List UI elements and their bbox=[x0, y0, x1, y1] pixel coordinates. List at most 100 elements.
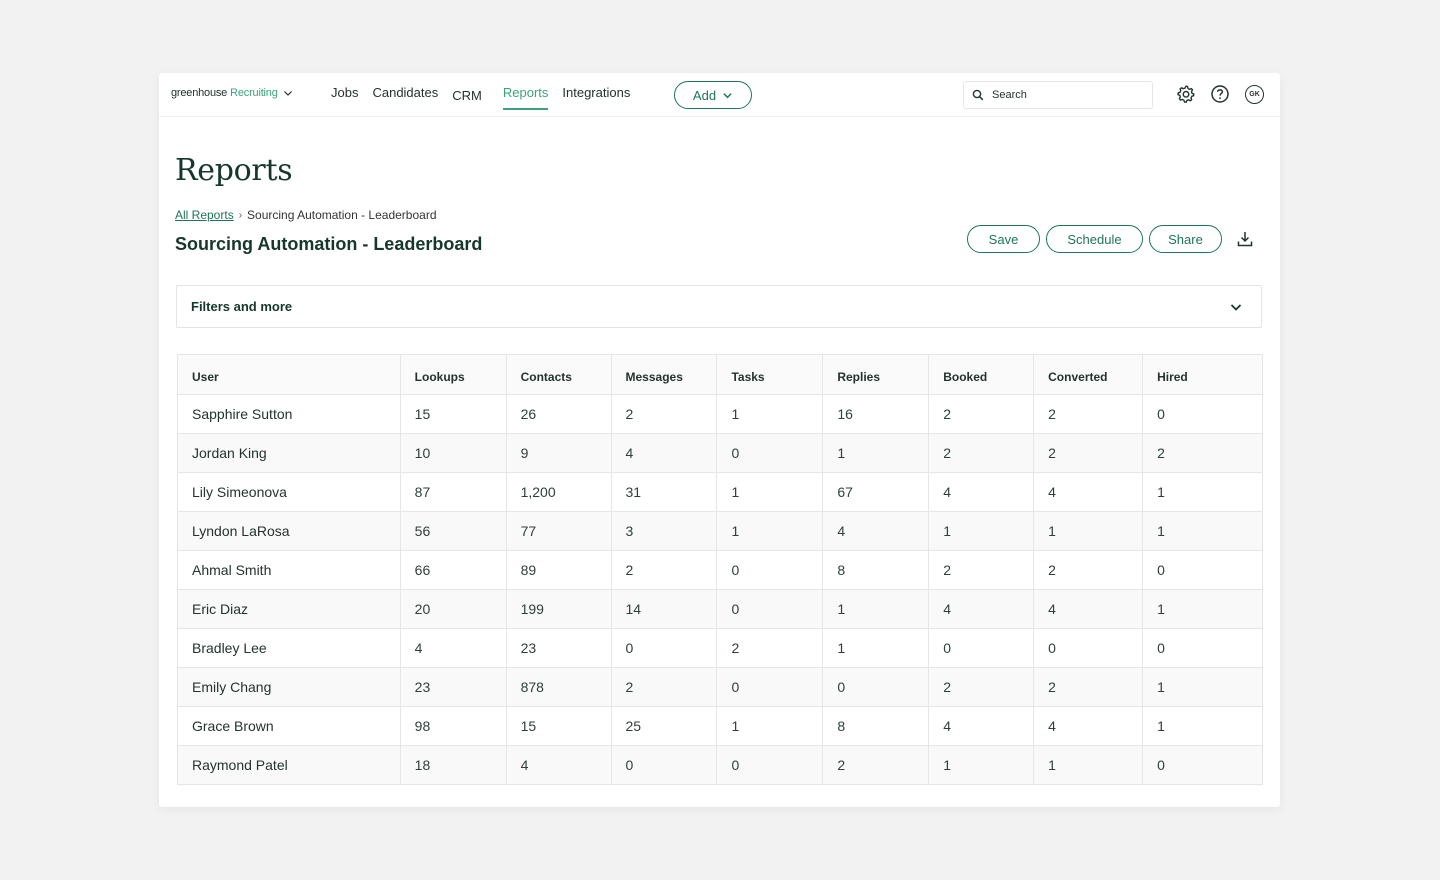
cell-lookups: 10 bbox=[399, 433, 507, 473]
cell-contacts: 15 bbox=[505, 706, 612, 746]
cell-contacts: 9 bbox=[505, 433, 612, 473]
cell-tasks: 1 bbox=[716, 511, 824, 551]
cell-replies: 67 bbox=[822, 472, 930, 512]
table-row[interactable]: Eric Diaz 20 199 14 0 1 4 4 1 bbox=[177, 589, 1263, 629]
breadcrumb: All Reports › Sourcing Automation - Lead… bbox=[175, 208, 437, 222]
user-avatar[interactable]: GK bbox=[1245, 85, 1264, 104]
nav-jobs[interactable]: Jobs bbox=[331, 85, 358, 110]
app-window: greenhouse Recruiting Jobs Candidates CR… bbox=[159, 73, 1280, 807]
column-header-messages[interactable]: Messages bbox=[610, 354, 718, 395]
cell-booked: 0 bbox=[928, 628, 1035, 668]
chevron-down-icon bbox=[723, 92, 732, 98]
search-input[interactable] bbox=[992, 89, 1142, 101]
search-box[interactable] bbox=[963, 81, 1153, 109]
settings-button[interactable] bbox=[1176, 84, 1196, 104]
cell-converted: 4 bbox=[1033, 472, 1144, 512]
cell-replies: 2 bbox=[822, 745, 930, 785]
cell-replies: 16 bbox=[822, 394, 930, 434]
cell-user: Grace Brown bbox=[177, 706, 401, 746]
column-header-replies[interactable]: Replies bbox=[822, 354, 930, 395]
add-button[interactable]: Add bbox=[674, 81, 752, 109]
chevron-right-icon: › bbox=[238, 209, 243, 221]
cell-lookups: 4 bbox=[399, 628, 507, 668]
cell-hired: 1 bbox=[1142, 706, 1263, 746]
cell-user: Bradley Lee bbox=[177, 628, 401, 668]
cell-replies: 0 bbox=[822, 667, 930, 707]
column-header-converted[interactable]: Converted bbox=[1033, 354, 1144, 395]
cell-lookups: 20 bbox=[399, 589, 507, 629]
add-button-label: Add bbox=[692, 87, 717, 103]
cell-lookups: 56 bbox=[399, 511, 507, 551]
cell-contacts: 878 bbox=[505, 667, 612, 707]
column-header-hired[interactable]: Hired bbox=[1142, 354, 1263, 395]
table-row[interactable]: Sapphire Sutton 15 26 2 1 16 2 2 0 bbox=[177, 394, 1263, 434]
column-header-contacts[interactable]: Contacts bbox=[505, 354, 612, 395]
cell-lookups: 87 bbox=[399, 472, 507, 512]
cell-converted: 0 bbox=[1033, 628, 1144, 668]
page-title: Reports bbox=[175, 153, 293, 188]
cell-booked: 2 bbox=[928, 433, 1035, 473]
cell-converted: 1 bbox=[1033, 745, 1144, 785]
cell-hired: 0 bbox=[1142, 745, 1263, 785]
product-switcher[interactable]: greenhouse Recruiting bbox=[171, 87, 293, 99]
cell-messages: 31 bbox=[610, 472, 718, 512]
table-row[interactable]: Raymond Patel 18 4 0 0 2 1 1 0 bbox=[177, 745, 1263, 785]
cell-booked: 1 bbox=[928, 511, 1035, 551]
cell-user: Eric Diaz bbox=[177, 589, 401, 629]
cell-tasks: 0 bbox=[716, 550, 824, 590]
cell-contacts: 89 bbox=[505, 550, 612, 590]
cell-messages: 4 bbox=[610, 433, 718, 473]
nav-candidates[interactable]: Candidates bbox=[372, 85, 438, 110]
top-nav: greenhouse Recruiting Jobs Candidates CR… bbox=[159, 73, 1280, 117]
cell-lookups: 15 bbox=[399, 394, 507, 434]
product-name: Recruiting bbox=[230, 87, 278, 99]
schedule-button[interactable]: Schedule bbox=[1046, 225, 1143, 253]
cell-converted: 2 bbox=[1033, 433, 1144, 473]
filters-label: Filters and more bbox=[191, 299, 293, 314]
cell-messages: 0 bbox=[610, 628, 718, 668]
table-row[interactable]: Bradley Lee 4 23 0 2 1 0 0 0 bbox=[177, 628, 1263, 668]
nav-integrations[interactable]: Integrations bbox=[562, 85, 630, 110]
cell-messages: 2 bbox=[610, 667, 718, 707]
column-header-lookups[interactable]: Lookups bbox=[399, 354, 507, 395]
main-nav: Jobs Candidates CRM Reports Integrations bbox=[331, 85, 644, 110]
table-row[interactable]: Grace Brown 98 15 25 1 8 4 4 1 bbox=[177, 706, 1263, 746]
table-row[interactable]: Emily Chang 23 878 2 0 0 2 2 1 bbox=[177, 667, 1263, 707]
help-button[interactable] bbox=[1210, 84, 1230, 104]
cell-user: Emily Chang bbox=[177, 667, 401, 707]
table-row[interactable]: Ahmal Smith 66 89 2 0 8 2 2 0 bbox=[177, 550, 1263, 590]
cell-replies: 8 bbox=[822, 706, 930, 746]
table-row[interactable]: Lily Simeonova 87 1,200 31 1 67 4 4 1 bbox=[177, 472, 1263, 512]
column-header-user[interactable]: User bbox=[177, 354, 401, 395]
chevron-down-icon bbox=[1230, 303, 1242, 311]
table-row[interactable]: Lyndon LaRosa 56 77 3 1 4 1 1 1 bbox=[177, 511, 1263, 551]
save-button[interactable]: Save bbox=[967, 225, 1040, 253]
table-row[interactable]: Jordan King 10 9 4 0 1 2 2 2 bbox=[177, 433, 1263, 473]
breadcrumb-all-reports[interactable]: All Reports bbox=[175, 208, 234, 222]
cell-tasks: 0 bbox=[716, 589, 824, 629]
column-header-booked[interactable]: Booked bbox=[928, 354, 1035, 395]
help-icon bbox=[1211, 85, 1229, 103]
cell-contacts: 4 bbox=[505, 745, 612, 785]
filters-accordion[interactable]: Filters and more bbox=[176, 285, 1262, 328]
cell-user: Sapphire Sutton bbox=[177, 394, 401, 434]
logo-text: greenhouse bbox=[171, 87, 228, 99]
column-header-tasks[interactable]: Tasks bbox=[716, 354, 824, 395]
cell-user: Lily Simeonova bbox=[177, 472, 401, 512]
leaderboard-table: User Lookups Contacts Messages Tasks Rep… bbox=[177, 354, 1263, 785]
nav-reports[interactable]: Reports bbox=[502, 85, 549, 110]
cell-hired: 0 bbox=[1142, 394, 1263, 434]
cell-booked: 1 bbox=[928, 745, 1035, 785]
cell-booked: 2 bbox=[928, 394, 1035, 434]
nav-crm[interactable]: CRM bbox=[452, 88, 482, 110]
cell-booked: 2 bbox=[928, 550, 1035, 590]
download-icon[interactable] bbox=[1236, 230, 1254, 248]
cell-replies: 8 bbox=[822, 550, 930, 590]
cell-messages: 2 bbox=[610, 394, 718, 434]
share-button[interactable]: Share bbox=[1149, 225, 1222, 253]
cell-messages: 0 bbox=[610, 745, 718, 785]
cell-replies: 4 bbox=[822, 511, 930, 551]
cell-converted: 4 bbox=[1033, 589, 1144, 629]
cell-booked: 2 bbox=[928, 667, 1035, 707]
cell-converted: 1 bbox=[1033, 511, 1144, 551]
